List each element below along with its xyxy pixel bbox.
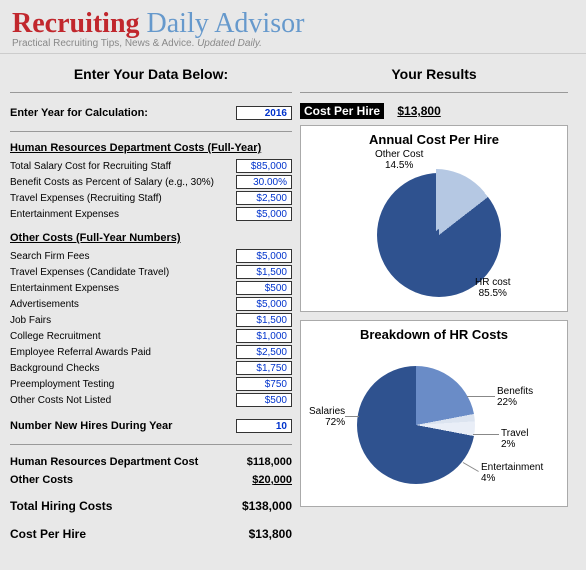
hr-cost-input[interactable]: $2,500 <box>236 191 292 205</box>
total-hr-value: $118,000 <box>232 456 292 468</box>
pie-chart-1-exploded-slice <box>374 169 498 293</box>
other-cost-label: Search Firm Fees <box>10 251 89 262</box>
brand-word-a: Recruiting <box>12 8 140 39</box>
chart2-title: Breakdown of HR Costs <box>305 327 563 342</box>
chart-hr-breakdown: Breakdown of HR Costs Benefits 22% Trave… <box>300 320 568 507</box>
other-cost-input[interactable]: $1,500 <box>236 313 292 327</box>
hr-cost-label: Total Salary Cost for Recruiting Staff <box>10 161 171 172</box>
header: Recruiting Daily Advisor Practical Recru… <box>0 0 586 54</box>
other-cost-row: Search Firm Fees $5,000 <box>10 248 292 264</box>
other-cost-label: Employee Referral Awards Paid <box>10 347 151 358</box>
left-title: Enter Your Data Below: <box>10 60 292 93</box>
chart1-title: Annual Cost Per Hire <box>305 132 563 147</box>
brand-logo: Recruiting Daily Advisor <box>12 8 574 40</box>
total-hr-label: Human Resources Department Cost <box>10 456 198 468</box>
cph-value: $13,800 <box>232 527 292 541</box>
other-cost-row: Entertainment Expenses $500 <box>10 280 292 296</box>
tagline-b: Updated Daily. <box>197 38 262 49</box>
chart2-travel-label: Travel 2% <box>501 428 528 450</box>
results-panel: Your Results Cost Per Hire $13,800 Annua… <box>300 60 568 545</box>
other-cost-label: Advertisements <box>10 299 79 310</box>
other-cost-input[interactable]: $1,500 <box>236 265 292 279</box>
chart2-sal-label: Salaries 72% <box>309 406 345 428</box>
chart2-benefits-label: Benefits 22% <box>497 386 533 408</box>
chart-annual-cost: Annual Cost Per Hire Other Cost 14.5% HR… <box>300 125 568 312</box>
cph-summary-value: $13,800 <box>397 104 440 118</box>
other-cost-input[interactable]: $1,000 <box>236 329 292 343</box>
other-cost-input[interactable]: $2,500 <box>236 345 292 359</box>
hr-cost-label: Entertainment Expenses <box>10 209 119 220</box>
year-label: Enter Year for Calculation: <box>10 107 148 119</box>
total-other-value: $20,000 <box>232 474 292 486</box>
hr-cost-input[interactable]: 30.00% <box>236 175 292 189</box>
other-cost-row: Preemployment Testing $750 <box>10 376 292 392</box>
other-cost-input[interactable]: $5,000 <box>236 249 292 263</box>
other-cost-input[interactable]: $500 <box>236 281 292 295</box>
pie-chart-2 <box>357 366 475 484</box>
other-cost-input[interactable]: $500 <box>236 393 292 407</box>
other-cost-row: Employee Referral Awards Paid $2,500 <box>10 344 292 360</box>
other-cost-label: Travel Expenses (Candidate Travel) <box>10 267 169 278</box>
tagline-a: Practical Recruiting Tips, News & Advice… <box>12 38 194 49</box>
other-cost-label: Other Costs Not Listed <box>10 395 111 406</box>
other-cost-row: Advertisements $5,000 <box>10 296 292 312</box>
hr-cost-label: Benefit Costs as Percent of Salary (e.g.… <box>10 177 214 188</box>
hr-section-head: Human Resources Department Costs (Full-Y… <box>10 142 292 154</box>
hr-cost-label: Travel Expenses (Recruiting Staff) <box>10 193 162 204</box>
cph-summary: Cost Per Hire $13,800 <box>300 103 568 119</box>
other-cost-row: Job Fairs $1,500 <box>10 312 292 328</box>
other-cost-label: Job Fairs <box>10 315 51 326</box>
hr-cost-row: Total Salary Cost for Recruiting Staff $8… <box>10 158 292 174</box>
hires-label: Number New Hires During Year <box>10 420 172 432</box>
hires-input[interactable]: 10 <box>236 419 292 433</box>
other-cost-row: Travel Expenses (Candidate Travel) $1,500 <box>10 264 292 280</box>
other-cost-label: College Recruitment <box>10 331 101 342</box>
other-section-head: Other Costs (Full-Year Numbers) <box>10 232 292 244</box>
total-hiring-label: Total Hiring Costs <box>10 499 112 513</box>
chart1-other-label: Other Cost 14.5% <box>375 149 423 171</box>
hr-cost-row: Travel Expenses (Recruiting Staff) $2,500 <box>10 190 292 206</box>
other-cost-label: Preemployment Testing <box>10 379 114 390</box>
other-cost-row: College Recruitment $1,000 <box>10 328 292 344</box>
hr-cost-row: Entertainment Expenses $5,000 <box>10 206 292 222</box>
brand-word-b: Daily Advisor <box>147 8 305 39</box>
other-cost-label: Entertainment Expenses <box>10 283 119 294</box>
other-cost-input[interactable]: $5,000 <box>236 297 292 311</box>
other-cost-input[interactable]: $1,750 <box>236 361 292 375</box>
other-cost-label: Background Checks <box>10 363 100 374</box>
cph-summary-label: Cost Per Hire <box>300 103 384 119</box>
other-cost-row: Other Costs Not Listed $500 <box>10 392 292 408</box>
chart2-ent-label: Entertainment 4% <box>481 462 543 484</box>
hr-cost-input[interactable]: $5,000 <box>236 207 292 221</box>
right-title: Your Results <box>300 60 568 93</box>
cph-label: Cost Per Hire <box>10 527 86 541</box>
hr-cost-input[interactable]: $85,000 <box>236 159 292 173</box>
total-other-label: Other Costs <box>10 474 73 486</box>
other-cost-row: Background Checks $1,750 <box>10 360 292 376</box>
chart1-hr-label: HR cost 85.5% <box>475 277 511 299</box>
other-cost-input[interactable]: $750 <box>236 377 292 391</box>
input-panel: Enter Your Data Below: Enter Year for Ca… <box>10 60 292 545</box>
total-hiring-value: $138,000 <box>232 499 292 513</box>
year-input[interactable]: 2016 <box>236 106 292 120</box>
hr-cost-row: Benefit Costs as Percent of Salary (e.g.… <box>10 174 292 190</box>
